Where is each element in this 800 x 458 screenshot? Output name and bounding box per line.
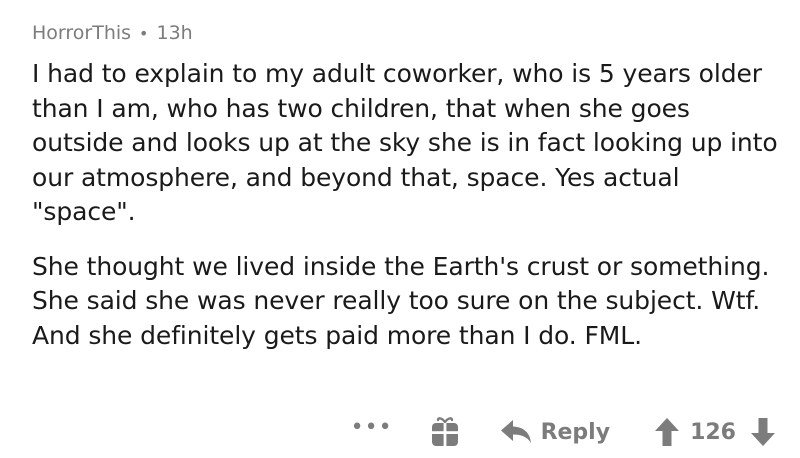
author-name[interactable]: HorrorThis	[32, 22, 131, 44]
comment-paragraph: I had to explain to my adult coworker, w…	[32, 59, 778, 226]
upvote-arrow-icon[interactable]	[654, 417, 680, 447]
award-gift-icon[interactable]	[429, 416, 461, 448]
vote-score: 126	[690, 419, 736, 445]
comment-actions: ••• Reply 126	[351, 414, 776, 450]
comment-paragraph: She thought we lived inside the Earth's …	[32, 251, 770, 350]
comment: HorrorThis • 13h I had to explain to my …	[0, 0, 800, 458]
downvote-arrow-icon[interactable]	[750, 417, 776, 447]
comment-age: 13h	[156, 22, 193, 44]
reply-button[interactable]: Reply	[499, 418, 611, 446]
meta-separator: •	[139, 23, 149, 43]
comment-meta: HorrorThis • 13h	[32, 18, 780, 48]
more-options-button[interactable]: •••	[351, 417, 393, 439]
comment-body: I had to explain to my adult coworker, w…	[32, 57, 780, 353]
reply-arrow-icon	[500, 420, 531, 443]
reply-label: Reply	[540, 419, 611, 445]
vote-controls: 126	[654, 417, 776, 447]
